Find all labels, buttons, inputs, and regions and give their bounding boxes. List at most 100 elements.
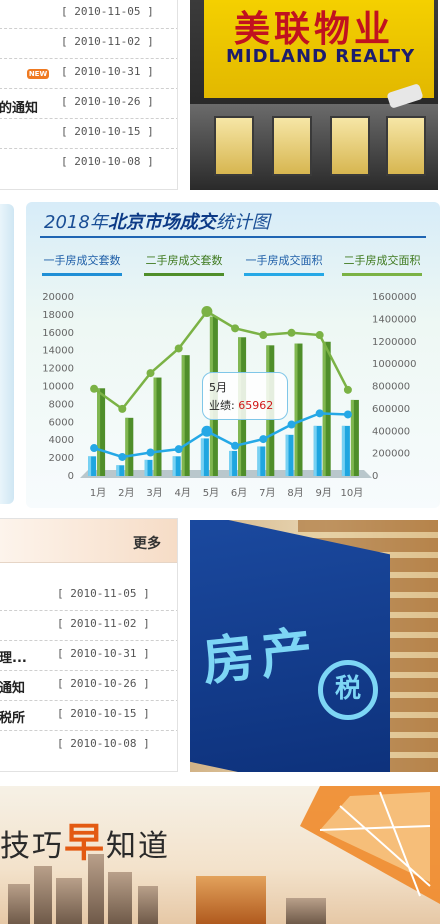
line-point bbox=[259, 435, 268, 444]
tips-banner[interactable]: 技巧早知道 bbox=[0, 786, 440, 924]
x-tick-label: 1月 bbox=[90, 487, 106, 499]
news-date: [ 2010-11-02 ] bbox=[57, 617, 150, 630]
news-row[interactable]: 通知 [ 2010-10-26 ] bbox=[0, 671, 177, 701]
billboard-text: 房产 bbox=[199, 621, 322, 693]
y-left-tick-label: 8000 bbox=[49, 399, 74, 410]
y-left-tick-label: 14000 bbox=[42, 346, 74, 357]
line-point bbox=[343, 385, 352, 394]
news-list-bottom: 更多 [ 2010-11-05 ] [ 2010-11-02 ] 理... [ … bbox=[0, 518, 178, 772]
news-date: [ 2010-10-26 ] bbox=[61, 95, 154, 108]
bar-highlight bbox=[97, 388, 101, 476]
x-tick-label: 3月 bbox=[146, 487, 162, 499]
shop-window bbox=[272, 116, 312, 176]
tooltip-label: 业绩: bbox=[209, 399, 235, 412]
y-right-tick-label: 1000000 bbox=[372, 359, 417, 370]
sign-english-text: MIDLAND REALTY bbox=[226, 46, 416, 67]
skyline-building bbox=[196, 876, 266, 924]
news-row[interactable]: [ 2010-10-08 ] bbox=[0, 149, 177, 179]
news-row[interactable]: 的通知 [ 2010-10-26 ] bbox=[0, 89, 177, 119]
news-row[interactable]: [ 2010-11-02 ] bbox=[0, 29, 177, 59]
shop-window bbox=[386, 116, 426, 176]
line-point bbox=[201, 306, 213, 318]
news-title[interactable]: 通知 bbox=[0, 677, 25, 696]
news-title[interactable]: 的通知 bbox=[0, 97, 38, 116]
sign-chinese-text: 美联物业 bbox=[234, 8, 395, 50]
bar-highlight bbox=[125, 417, 129, 476]
news-list-top: [ 2010-11-05 ] [ 2010-11-02 ] NEW [ 2010… bbox=[0, 0, 178, 190]
news-row[interactable]: [ 2010-11-05 ] bbox=[0, 0, 177, 29]
x-tick-label: 2月 bbox=[118, 487, 134, 499]
news-date: [ 2010-10-15 ] bbox=[57, 707, 150, 720]
news-date: [ 2010-10-08 ] bbox=[57, 737, 150, 750]
shop-window bbox=[330, 116, 370, 176]
y-right-tick-label: 600000 bbox=[372, 404, 410, 415]
line-point bbox=[315, 331, 324, 340]
x-tick-label: 10月 bbox=[341, 487, 364, 499]
y-left-tick-label: 16000 bbox=[42, 328, 74, 339]
news-date: [ 2010-11-05 ] bbox=[57, 587, 150, 600]
news-date: [ 2010-11-05 ] bbox=[61, 5, 154, 18]
news-date: [ 2010-11-02 ] bbox=[61, 35, 154, 48]
bar-highlight bbox=[322, 341, 326, 476]
x-tick-label: 8月 bbox=[287, 487, 303, 499]
tooltip-value: 65962 bbox=[238, 399, 274, 412]
line-point bbox=[118, 404, 127, 413]
skyline-building bbox=[138, 886, 158, 924]
news-row[interactable]: [ 2010-10-08 ] bbox=[0, 731, 177, 761]
new-badge: NEW bbox=[27, 69, 49, 79]
line-point bbox=[287, 328, 296, 337]
tooltip-month: 5月 bbox=[209, 381, 227, 394]
property-tax-photo[interactable]: 房产 税 bbox=[190, 520, 438, 772]
y-right-tick-label: 1600000 bbox=[372, 292, 417, 303]
tooltip-line: 业绩: 65962 bbox=[209, 397, 273, 413]
news-row[interactable]: 理... [ 2010-10-31 ] bbox=[0, 641, 177, 671]
news-title[interactable]: 税所 bbox=[0, 707, 25, 726]
x-tick-label: 5月 bbox=[203, 487, 219, 499]
bar-highlight bbox=[229, 450, 233, 476]
shop-window bbox=[214, 116, 254, 176]
news-date: [ 2010-10-15 ] bbox=[61, 125, 154, 138]
x-tick-label: 7月 bbox=[259, 487, 275, 499]
line-point bbox=[231, 441, 240, 450]
news-row[interactable]: [ 2010-10-15 ] bbox=[0, 119, 177, 149]
news-row[interactable]: [ 2010-11-05 ] bbox=[0, 581, 177, 611]
news-date: [ 2010-10-26 ] bbox=[57, 677, 150, 690]
y-right-tick-label: 400000 bbox=[372, 426, 410, 437]
bar-highlight bbox=[313, 425, 317, 476]
line-point bbox=[201, 425, 213, 437]
bar-highlight bbox=[116, 465, 120, 476]
news-title[interactable]: 理... bbox=[0, 647, 27, 666]
more-link[interactable]: 更多 bbox=[133, 533, 161, 553]
chart-plot: 0 2000 4000 6000 8000 10000 12000 14000 16000 180… bbox=[42, 292, 417, 499]
news-row[interactable]: 税所 [ 2010-10-15 ] bbox=[0, 701, 177, 731]
y-right-tick-label: 1200000 bbox=[372, 337, 417, 348]
news-list-header: 更多 bbox=[0, 519, 177, 563]
bar-highlight bbox=[153, 377, 157, 476]
skyline-building bbox=[108, 872, 132, 924]
bar-highlight bbox=[144, 459, 148, 476]
line-point bbox=[174, 344, 183, 353]
line-point bbox=[146, 369, 155, 378]
bar-highlight bbox=[341, 425, 345, 476]
y-left-tick-label: 12000 bbox=[42, 364, 74, 375]
news-row[interactable]: [ 2010-11-02 ] bbox=[0, 611, 177, 641]
storefront-sign: 美联物业 MIDLAND REALTY bbox=[204, 0, 434, 98]
line-point bbox=[146, 448, 155, 457]
y-left-tick-label: 0 bbox=[68, 471, 74, 482]
midland-realty-photo[interactable]: 美联物业 MIDLAND REALTY bbox=[190, 0, 438, 190]
news-date: [ 2010-10-31 ] bbox=[61, 65, 154, 78]
bar-highlight bbox=[88, 456, 92, 476]
news-row[interactable]: NEW [ 2010-10-31 ] bbox=[0, 59, 177, 89]
y-left-tick-label: 6000 bbox=[49, 417, 74, 428]
banner-text-part2: 知道 bbox=[106, 829, 170, 864]
orange-structure-graphic bbox=[300, 786, 440, 904]
y-left-tick-label: 2000 bbox=[49, 453, 74, 464]
y-left-tick-label: 18000 bbox=[42, 310, 74, 321]
line-point bbox=[90, 444, 99, 453]
y-left-tick-label: 4000 bbox=[49, 435, 74, 446]
skyline-building bbox=[34, 866, 52, 924]
y-right-tick-label: 1400000 bbox=[372, 314, 417, 325]
x-tick-label: 9月 bbox=[316, 487, 332, 499]
bar-highlight bbox=[285, 434, 289, 476]
bar-highlight bbox=[257, 446, 261, 476]
